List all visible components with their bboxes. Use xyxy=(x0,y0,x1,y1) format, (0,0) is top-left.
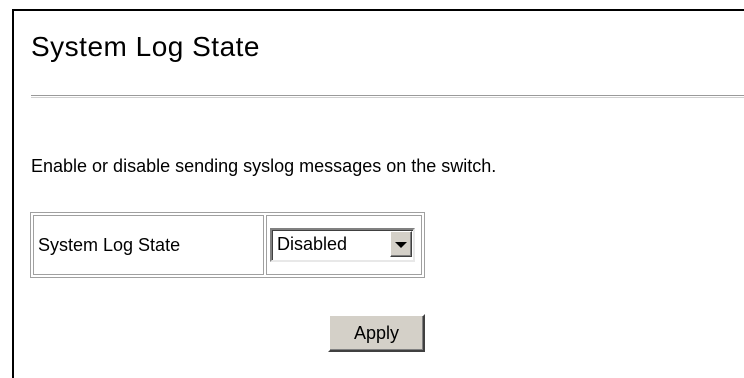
frame-top-border xyxy=(12,9,744,11)
page-description: Enable or disable sending syslog message… xyxy=(31,156,497,176)
title-divider xyxy=(31,95,744,97)
frame-left-border xyxy=(12,9,14,378)
system-log-state-select[interactable]: Disabled xyxy=(270,228,415,262)
dropdown-button[interactable] xyxy=(390,231,412,257)
chevron-down-icon xyxy=(395,242,407,248)
apply-button[interactable]: Apply xyxy=(328,314,425,352)
select-selected-value: Disabled xyxy=(277,234,348,254)
system-log-state-label: System Log State xyxy=(38,235,181,255)
field-label-cell: System Log State xyxy=(33,215,264,275)
page-title: System Log State xyxy=(31,31,261,62)
field-value-cell: Disabled xyxy=(266,215,422,275)
settings-table: System Log State Disabled xyxy=(30,212,425,278)
